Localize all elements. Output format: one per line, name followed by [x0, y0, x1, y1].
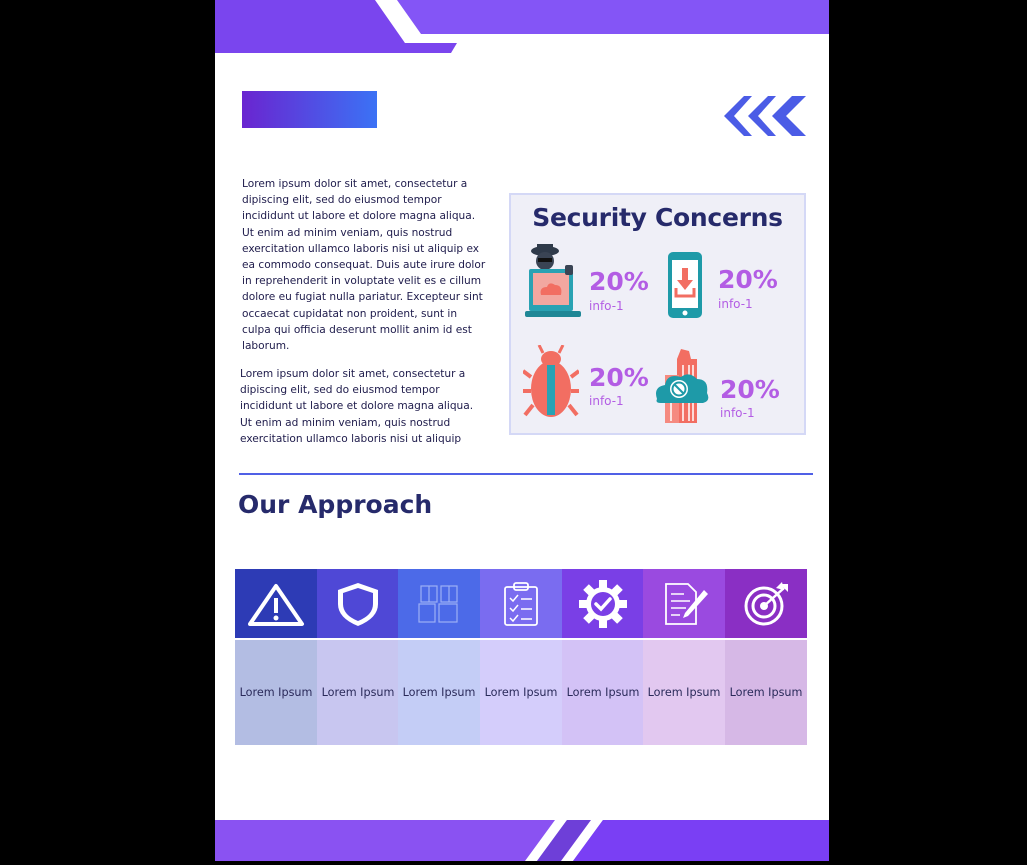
- target-icon: [744, 581, 788, 625]
- gear-check-icon: [579, 579, 627, 628]
- boxes-icon: [418, 584, 458, 623]
- approach-label-1: Lorem Ipsum: [235, 640, 317, 745]
- approach-cell-2: [317, 569, 399, 638]
- body-paragraph-2: Lorem ipsum dolor sit amet, consectetur …: [240, 368, 474, 445]
- footer-band: [215, 820, 829, 861]
- shield-icon: [338, 582, 378, 626]
- security-percent-3: 20%: [589, 363, 649, 392]
- warning-icon: [248, 583, 304, 626]
- approach-label-5: Lorem Ipsum: [562, 640, 644, 745]
- document-page: Lorem ipsum dolor sit amet, consectetur …: [215, 0, 829, 861]
- security-info-3: info-1: [589, 394, 624, 408]
- bug-icon: [523, 345, 579, 417]
- section-divider: [239, 473, 813, 475]
- accent-bar: [242, 91, 377, 128]
- body-paragraph-1: Lorem ipsum dolor sit amet, consectetur …: [242, 178, 486, 353]
- header-band: [215, 0, 829, 53]
- approach-label-3: Lorem Ipsum: [398, 640, 480, 745]
- security-info-4: info-1: [720, 406, 755, 420]
- approach-cell-7: [725, 569, 807, 638]
- approach-grid: Lorem Ipsum Lorem Ipsum Lorem Ipsum Lore…: [235, 569, 807, 745]
- hacker-laptop-icon: [525, 244, 581, 317]
- approach-label-6: Lorem Ipsum: [643, 640, 725, 745]
- security-info-1: info-1: [589, 299, 624, 313]
- chevrons-icon: [724, 96, 806, 136]
- security-concerns-panel: Security Concerns 20% info-1 20% info-1: [509, 193, 806, 435]
- our-approach-title: Our Approach: [238, 490, 433, 519]
- approach-label-7: Lorem Ipsum: [725, 640, 807, 745]
- security-percent-2: 20%: [718, 265, 778, 294]
- approach-cell-1: [235, 569, 317, 638]
- security-info-2: info-1: [718, 297, 753, 311]
- phone-download-icon: [668, 252, 702, 318]
- approach-label-4: Lorem Ipsum: [480, 640, 562, 745]
- security-concerns-title: Security Concerns: [532, 203, 783, 232]
- checklist-icon: [504, 581, 538, 626]
- approach-cell-5: [562, 569, 644, 638]
- security-percent-1: 20%: [589, 267, 649, 296]
- approach-cell-3: [398, 569, 480, 638]
- document-pen-icon: [665, 582, 708, 625]
- approach-cell-4: [480, 569, 562, 638]
- approach-cell-6: [643, 569, 725, 638]
- approach-label-2: Lorem Ipsum: [317, 640, 399, 745]
- cloud-blocked-icon: [656, 349, 709, 423]
- security-percent-4: 20%: [720, 375, 780, 404]
